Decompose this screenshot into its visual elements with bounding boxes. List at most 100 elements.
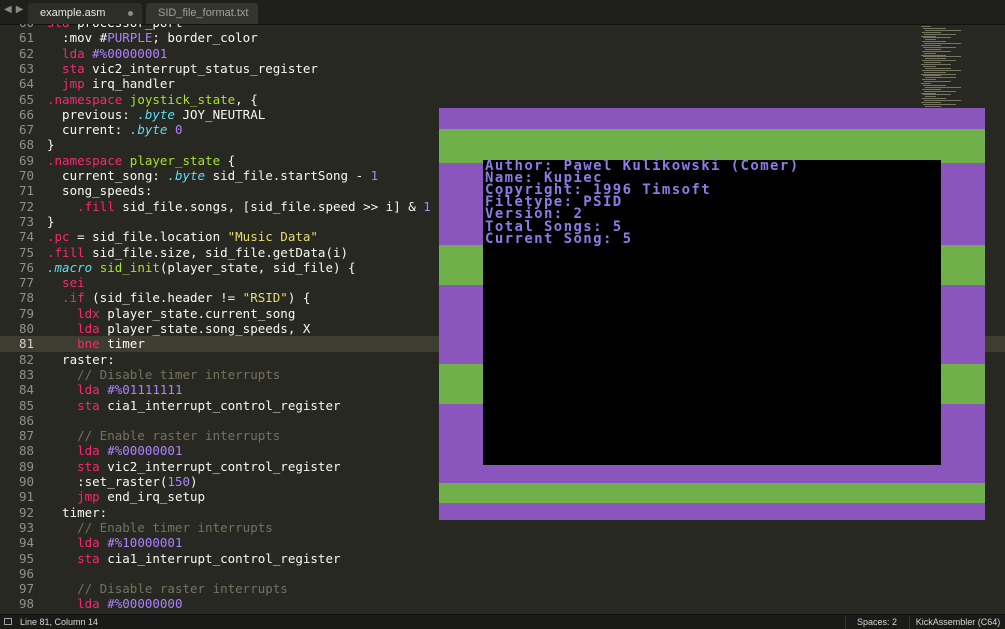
line-number[interactable]: 66 (0, 107, 47, 123)
minimap-line (922, 98, 946, 100)
code-line[interactable]: 95 sta cia1_interrupt_control_register (0, 551, 1005, 567)
line-number[interactable]: 97 (0, 581, 47, 597)
line-number[interactable]: 95 (0, 551, 47, 567)
code-line[interactable]: 98 lda #%00000000 (0, 596, 1005, 612)
minimap-line (925, 29, 961, 31)
tab-label: example.asm (40, 7, 106, 19)
line-number[interactable]: 88 (0, 443, 47, 459)
code-line[interactable]: 64 jmp irq_handler (0, 76, 1005, 92)
line-number[interactable]: 81 (0, 336, 47, 352)
line-number[interactable]: 90 (0, 474, 47, 490)
minimap-line (923, 37, 951, 39)
minimap-line (925, 105, 941, 107)
code-token: } (47, 137, 55, 153)
line-number[interactable]: 75 (0, 245, 47, 261)
unsaved-dot-icon[interactable] (128, 11, 133, 16)
code-line[interactable]: 63 sta vic2_interrupt_status_register (0, 61, 1005, 77)
line-number[interactable]: 72 (0, 199, 47, 215)
code-token: = sid_file.location (77, 229, 228, 245)
code-line[interactable]: 97 // Disable raster interrupts (0, 581, 1005, 597)
code-token: sid_init (99, 259, 160, 275)
code-token: bne (47, 336, 108, 352)
syntax-selector[interactable]: KickAssembler (C64) (909, 615, 1005, 629)
line-number[interactable]: 84 (0, 382, 47, 398)
indentation-selector[interactable]: Spaces: 2 (845, 615, 908, 629)
tab-example-asm[interactable]: example.asm (28, 3, 142, 24)
line-number[interactable]: 93 (0, 520, 47, 536)
line-number[interactable]: 70 (0, 168, 47, 184)
code-line[interactable]: 65 .namespace joystick_state, { (0, 92, 1005, 108)
code-token: (player_state, sid_file) { (159, 259, 356, 275)
line-number[interactable]: 69 (0, 153, 47, 169)
code-token: (sid_file.header != (92, 290, 243, 306)
minimap-line (921, 92, 936, 94)
minimap-line (922, 60, 956, 62)
line-number[interactable]: 96 (0, 566, 47, 582)
code-token: 150 (167, 474, 190, 489)
line-number[interactable]: 67 (0, 122, 47, 138)
minimap-line (923, 84, 946, 86)
code-token: sid_file.startSong - (212, 168, 371, 183)
minimap-line (921, 54, 946, 56)
code-line[interactable]: 93 // Enable timer interrupts (0, 520, 1005, 536)
code-line[interactable]: 96 (0, 566, 1005, 582)
line-number[interactable]: 80 (0, 321, 47, 337)
line-number[interactable]: 94 (0, 535, 47, 551)
line-number[interactable]: 86 (0, 413, 47, 429)
panel-toggle-icon[interactable] (4, 618, 12, 625)
line-number[interactable]: 85 (0, 398, 47, 414)
code-token: ) { (287, 290, 311, 306)
tab-sid-file-format[interactable]: SID_file_format.txt (146, 3, 258, 24)
code-token: raster: (47, 351, 115, 367)
minimap-line (921, 83, 931, 84)
line-number[interactable]: 63 (0, 61, 47, 77)
line-number[interactable]: 89 (0, 459, 47, 475)
status-bar: Line 81, Column 14 Spaces: 2 KickAssembl… (0, 614, 1005, 629)
forward-arrow-icon[interactable]: ▶ (16, 4, 28, 15)
code-token: JOY_NEUTRAL (182, 106, 266, 122)
code-token: .fill (47, 198, 123, 214)
code-token: lda (47, 382, 108, 398)
line-number[interactable]: 92 (0, 505, 47, 521)
line-number[interactable]: 71 (0, 183, 47, 199)
code-token: sei (47, 275, 85, 291)
minimap-line (923, 75, 941, 77)
tab-nav-arrows[interactable]: ◀▶ (4, 4, 27, 15)
code-token: ldx (47, 305, 108, 321)
code-token: lda (47, 535, 108, 551)
code-token: #%01111111 (107, 382, 183, 398)
code-token: sid_file.size, sid_file.getData(i) (92, 244, 349, 260)
line-number[interactable]: 77 (0, 275, 47, 291)
line-number[interactable]: 65 (0, 92, 47, 108)
line-number[interactable]: 62 (0, 46, 47, 62)
code-token: .pc (47, 229, 78, 245)
back-arrow-icon[interactable]: ◀ (4, 4, 16, 15)
line-number[interactable]: 91 (0, 489, 47, 505)
code-token: sta (47, 458, 108, 474)
minimap-line (924, 52, 936, 54)
minimap-line (921, 35, 936, 37)
line-number[interactable]: 78 (0, 290, 47, 306)
line-number[interactable]: 74 (0, 229, 47, 245)
code-token: } (47, 213, 55, 229)
line-number[interactable]: 68 (0, 137, 47, 153)
line-number[interactable]: 73 (0, 214, 47, 230)
code-token: previous: (47, 106, 138, 122)
line-number[interactable]: 98 (0, 596, 47, 612)
line-number[interactable]: 61 (0, 30, 47, 46)
line-number[interactable]: 87 (0, 428, 47, 444)
line-number[interactable]: 76 (0, 260, 47, 276)
minimap-line (922, 41, 946, 43)
line-number[interactable]: 83 (0, 367, 47, 383)
line-number[interactable]: 64 (0, 76, 47, 92)
code-token: vic2_interrupt_control_register (107, 458, 341, 474)
code-line[interactable]: 62 lda #%00000001 (0, 46, 1005, 62)
code-token: .fill (47, 244, 93, 260)
minimap-line (925, 77, 956, 79)
code-token: lda (47, 443, 108, 459)
code-token: sid_file.songs, [sid_file.speed >> i] & (122, 198, 424, 214)
code-line[interactable]: 94 lda #%10000001 (0, 535, 1005, 551)
code-line[interactable]: 61 :mov #PURPLE; border_color (0, 30, 1005, 46)
line-number[interactable]: 79 (0, 306, 47, 322)
line-number[interactable]: 82 (0, 352, 47, 368)
